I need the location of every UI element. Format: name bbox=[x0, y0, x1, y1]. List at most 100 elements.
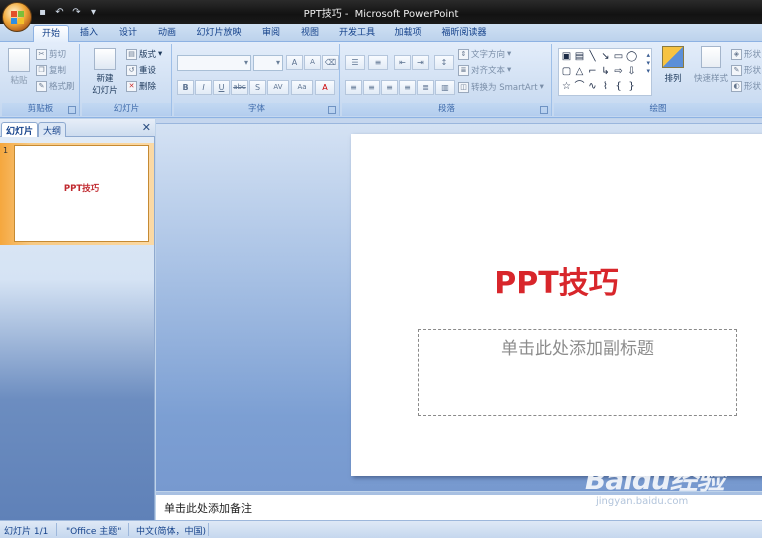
tab-home[interactable]: 开始 bbox=[33, 25, 69, 42]
tab-review[interactable]: 审阅 bbox=[254, 25, 288, 42]
tab-developer[interactable]: 开发工具 bbox=[333, 25, 381, 42]
right-arrow-shape-icon[interactable]: ⇨ bbox=[613, 66, 624, 77]
tab-addins[interactable]: 加载项 bbox=[387, 25, 429, 42]
bullets-icon[interactable]: ☰ bbox=[345, 55, 365, 70]
copy-icon: ❐ bbox=[36, 64, 47, 76]
shrink-font-button[interactable]: A bbox=[304, 55, 321, 70]
oval-shape-icon[interactable]: ◯ bbox=[626, 51, 637, 62]
text-direction-icon: ⇕ bbox=[458, 48, 469, 60]
paragraph-launcher-icon[interactable] bbox=[540, 106, 548, 114]
italic-button[interactable]: I bbox=[195, 80, 212, 95]
close-icon[interactable]: ✕ bbox=[142, 121, 151, 134]
tab-slide-show[interactable]: 幻灯片放映 bbox=[190, 25, 248, 42]
paste-button[interactable]: 粘贴 bbox=[6, 48, 32, 86]
align-right-icon[interactable]: ≡ bbox=[381, 80, 398, 95]
tab-animations[interactable]: 动画 bbox=[150, 25, 184, 42]
brace-right-shape-icon[interactable]: } bbox=[626, 81, 637, 92]
arrange-button[interactable]: 排列 bbox=[658, 46, 688, 84]
strikethrough-button[interactable]: abc bbox=[231, 80, 248, 95]
paste-icon bbox=[8, 48, 30, 72]
change-case-button[interactable]: Aa bbox=[291, 80, 313, 95]
text-direction-button[interactable]: ⇕ 文字方向 ▾ bbox=[458, 48, 511, 60]
language-status[interactable]: 中文(简体，中国) bbox=[136, 524, 206, 537]
char-spacing-button[interactable]: AV bbox=[267, 80, 289, 95]
tab-view[interactable]: 视图 bbox=[293, 25, 327, 42]
smartart-button[interactable]: ◫ 转换为 SmartArt ▾ bbox=[458, 81, 544, 93]
slide-thumbnail[interactable]: PPT技巧 bbox=[14, 145, 149, 242]
grow-font-button[interactable]: A bbox=[286, 55, 303, 70]
slide-canvas[interactable]: PPT技巧 单击此处添加副标题 bbox=[351, 134, 762, 476]
slide-number: 1 bbox=[3, 146, 9, 155]
shape-effects-button[interactable]: ◐ 形状 bbox=[731, 80, 761, 92]
office-logo-icon bbox=[11, 11, 24, 24]
font-launcher-icon[interactable] bbox=[328, 106, 336, 114]
shape-fill-button[interactable]: ◈ 形状 bbox=[731, 48, 761, 60]
line-shape-icon[interactable]: ╲ bbox=[587, 51, 598, 62]
brace-left-shape-icon[interactable]: { bbox=[613, 81, 624, 92]
tab-outline-pane[interactable]: 大纲 bbox=[38, 122, 67, 137]
reset-icon: ↺ bbox=[126, 64, 137, 76]
align-left-icon[interactable]: ≡ bbox=[345, 80, 362, 95]
font-color-button[interactable]: A bbox=[315, 80, 335, 95]
effects-icon: ◐ bbox=[731, 80, 742, 92]
slides-group-label: 幻灯片 bbox=[82, 103, 171, 116]
freeform-shape-icon[interactable]: ⌇ bbox=[600, 81, 611, 92]
justify-icon[interactable]: ≡ bbox=[399, 80, 416, 95]
office-button[interactable] bbox=[2, 2, 32, 32]
line-spacing-icon[interactable]: ↕ bbox=[434, 55, 454, 70]
tab-design[interactable]: 设计 bbox=[111, 25, 145, 42]
new-slide-icon bbox=[94, 48, 116, 70]
status-bar: 幻灯片 1/1 "Office 主题" 中文(简体，中国) bbox=[0, 520, 762, 538]
elbow-arrow-icon[interactable]: ↳ bbox=[600, 66, 611, 77]
font-group-label: 字体 bbox=[174, 103, 339, 116]
font-name-combo[interactable] bbox=[177, 55, 251, 71]
underline-button[interactable]: U bbox=[213, 80, 230, 95]
drawing-group-label: 绘图 bbox=[554, 103, 762, 116]
quick-styles-button[interactable]: 快速样式 bbox=[692, 46, 730, 84]
smartart-icon: ◫ bbox=[458, 81, 469, 93]
ribbon-tabs: 开始 插入 设计 动画 幻灯片放映 审阅 视图 开发工具 加载项 福昕阅读器 bbox=[0, 24, 762, 42]
brush-icon: ✎ bbox=[36, 80, 47, 92]
reset-button[interactable]: ↺ 重设 bbox=[126, 64, 156, 76]
increase-indent-icon[interactable]: ⇥ bbox=[412, 55, 429, 70]
clear-format-icon[interactable]: ⌫ bbox=[322, 55, 339, 70]
down-arrow-shape-icon[interactable]: ⇩ bbox=[626, 66, 637, 77]
align-text-button[interactable]: ≣ 对齐文本 ▾ bbox=[458, 64, 511, 76]
align-center-icon[interactable]: ≡ bbox=[363, 80, 380, 95]
subtitle-placeholder[interactable]: 单击此处添加副标题 bbox=[418, 329, 737, 416]
triangle-shape-icon[interactable]: △ bbox=[574, 66, 585, 77]
rounded-rect-shape-icon[interactable]: ▢ bbox=[561, 66, 572, 77]
subtitle-placeholder-text: 单击此处添加副标题 bbox=[501, 339, 654, 359]
new-slide-button[interactable]: 新建 幻灯片 bbox=[88, 48, 122, 96]
textbox-shape-icon[interactable]: ▣ bbox=[561, 51, 572, 62]
delete-slide-button[interactable]: ✕ 删除 bbox=[126, 80, 156, 92]
shapes-gallery[interactable]: ▣ ▤ ╲ ↘ ▭ ◯ ▢ △ ⌐ ↳ ⇨ ⇩ ☆ ⌒ ∿ ⌇ { } ▴ ▾ ▾ bbox=[558, 48, 652, 96]
elbow-connector-icon[interactable]: ⌐ bbox=[587, 66, 598, 77]
numbering-icon[interactable]: ≡ bbox=[368, 55, 388, 70]
slide-title[interactable]: PPT技巧 bbox=[351, 258, 762, 302]
columns-icon[interactable]: ▥ bbox=[435, 80, 455, 95]
arrow-line-shape-icon[interactable]: ↘ bbox=[600, 51, 611, 62]
bold-button[interactable]: B bbox=[177, 80, 194, 95]
textbox-v-shape-icon[interactable]: ▤ bbox=[574, 51, 585, 62]
callout-shape-icon[interactable]: ⌒ bbox=[574, 81, 585, 92]
star-shape-icon[interactable]: ☆ bbox=[561, 81, 572, 92]
shape-outline-button[interactable]: ✎ 形状 bbox=[731, 64, 761, 76]
decrease-indent-icon[interactable]: ⇤ bbox=[394, 55, 411, 70]
format-painter-button[interactable]: ✎ 格式刷 bbox=[36, 80, 75, 92]
copy-button[interactable]: ❐ 复制 bbox=[36, 64, 66, 76]
tab-slides-pane[interactable]: 幻灯片 bbox=[1, 122, 39, 137]
paste-label: 粘贴 bbox=[10, 76, 28, 86]
clipboard-group: 粘贴 ✂ 剪切 ❐ 复制 ✎ 格式刷 剪贴板 bbox=[2, 44, 80, 116]
layout-button[interactable]: ▤ 版式 ▾ bbox=[126, 48, 162, 60]
cut-button[interactable]: ✂ 剪切 bbox=[36, 48, 66, 60]
clipboard-launcher-icon[interactable] bbox=[68, 106, 76, 114]
tab-foxit-reader[interactable]: 福昕阅读器 bbox=[435, 25, 493, 42]
font-size-combo[interactable] bbox=[253, 55, 283, 71]
curve-shape-icon[interactable]: ∿ bbox=[587, 81, 598, 92]
gallery-more-icon[interactable]: ▴ ▾ ▾ bbox=[646, 51, 650, 75]
distribute-icon[interactable]: ≣ bbox=[417, 80, 434, 95]
tab-insert[interactable]: 插入 bbox=[72, 25, 106, 42]
shadow-button[interactable]: S bbox=[249, 80, 266, 95]
rectangle-shape-icon[interactable]: ▭ bbox=[613, 51, 624, 62]
